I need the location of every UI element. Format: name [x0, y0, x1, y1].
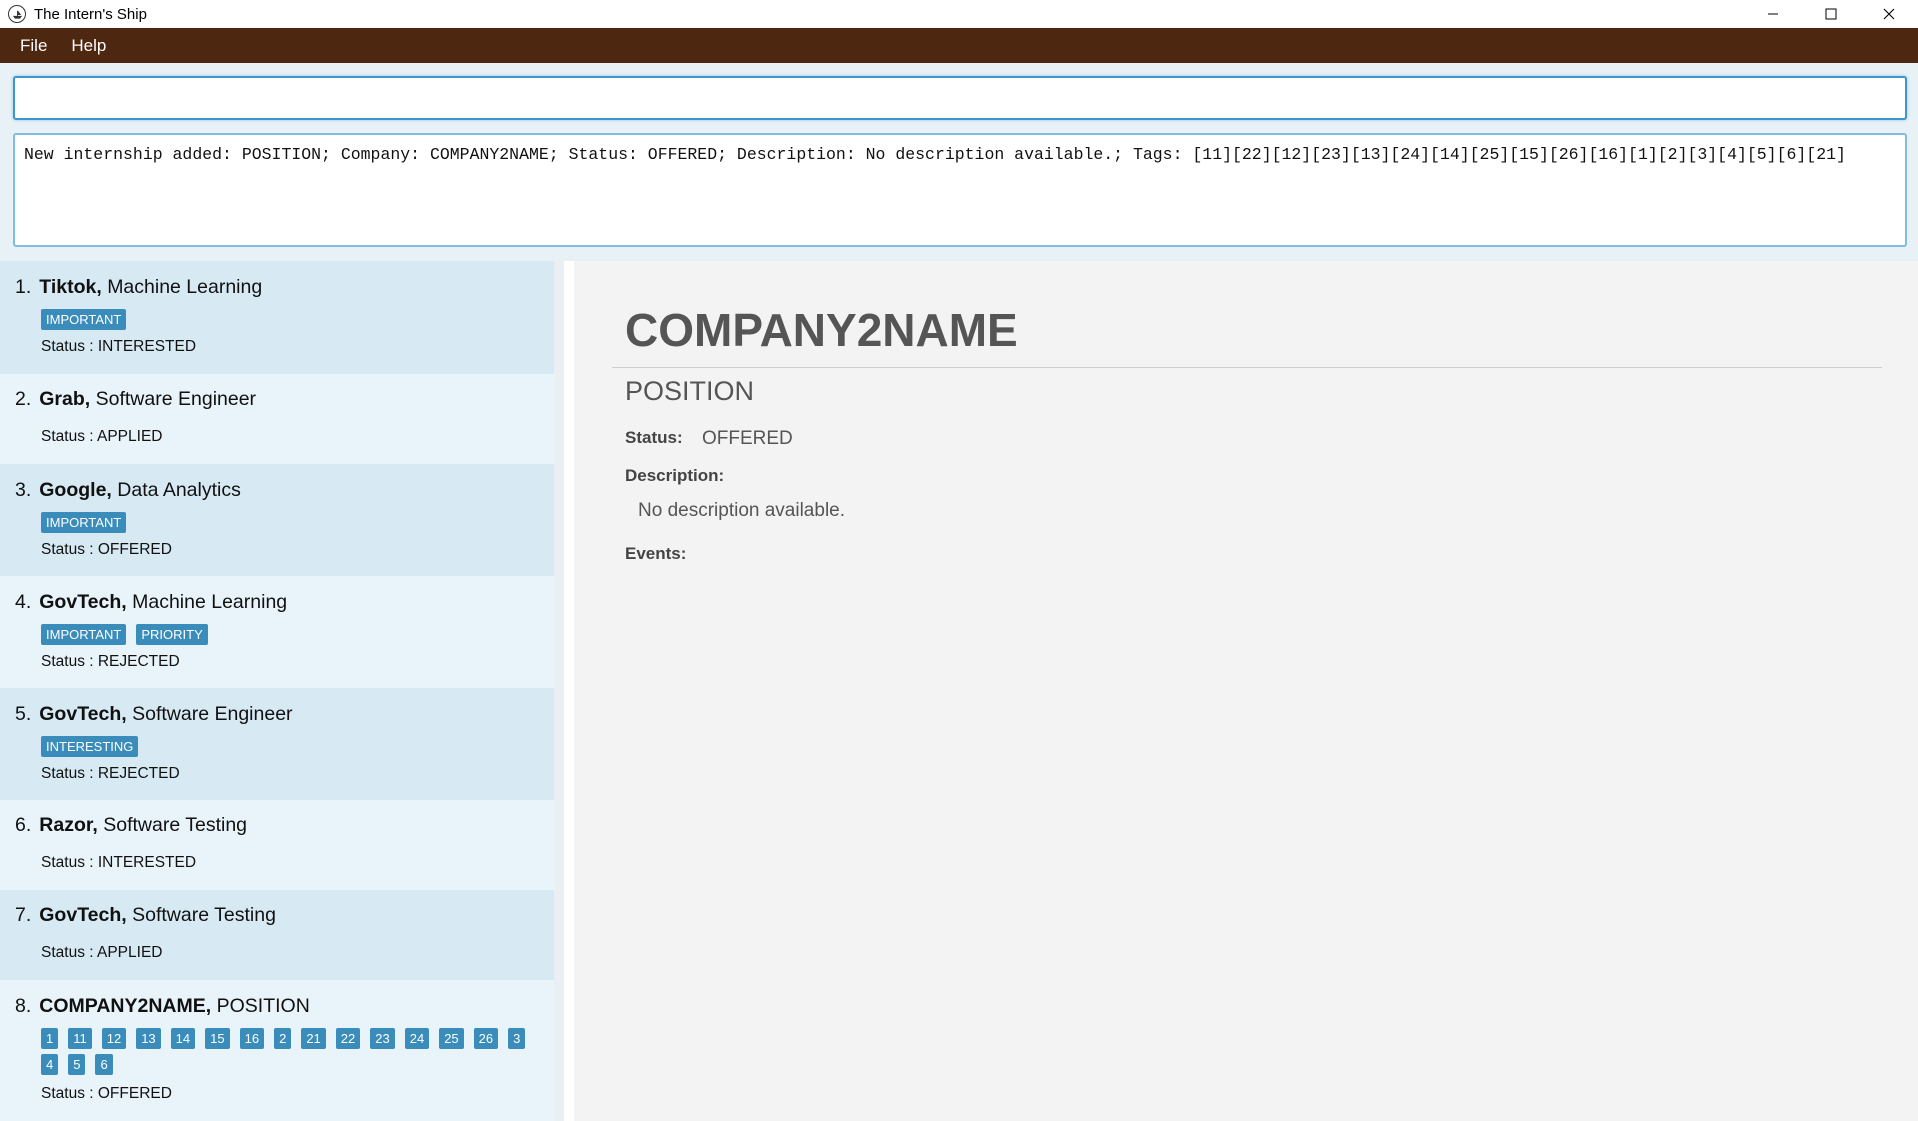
menu-help[interactable]: Help	[59, 28, 118, 63]
tag-badge: 16	[239, 1028, 265, 1049]
item-status: Status : OFFERED	[41, 1085, 172, 1102]
list-item[interactable]: 8. COMPANY2NAME, POSITION 1 11 12 13 14 1…	[0, 980, 554, 1121]
item-index: 2.	[15, 388, 32, 410]
item-index: 6.	[15, 814, 32, 836]
item-status: Status : APPLIED	[41, 944, 163, 961]
item-status: Status : INTERESTED	[41, 338, 197, 355]
tag-badge: 1	[41, 1028, 59, 1049]
list-item[interactable]: 7. GovTech, Software Testing Status : APP…	[0, 890, 554, 980]
item-role: POSITION	[216, 995, 310, 1017]
detail-panel: COMPANY2NAME POSITION Status: OFFERED De…	[574, 261, 1918, 1121]
tag-badge: INTERESTING	[41, 736, 139, 757]
command-area: New internship added: POSITION; Company:…	[0, 63, 1918, 261]
item-company: GovTech,	[39, 703, 127, 725]
tag-badge: 2	[274, 1028, 292, 1049]
item-company: Razor,	[39, 814, 98, 836]
item-index: 7.	[15, 904, 32, 926]
item-index: 3.	[15, 479, 32, 501]
item-status: Status : INTERESTED	[41, 854, 197, 871]
tag-badge: 21	[301, 1028, 326, 1049]
tag-badge: 11	[68, 1028, 92, 1049]
description-value: No description available.	[638, 500, 846, 521]
events-label: Events:	[625, 544, 687, 563]
tag-badge: 26	[473, 1028, 499, 1049]
item-role: Software Testing	[132, 904, 276, 926]
tag-badge: IMPORTANT	[41, 512, 127, 533]
list-item[interactable]: 3. Google, Data Analytics IMPORTANT Statu…	[0, 464, 554, 576]
item-index: 1.	[15, 276, 32, 298]
item-role: Machine Learning	[132, 591, 288, 613]
tag-badge: 12	[101, 1028, 127, 1049]
tag-badge: 6	[95, 1054, 113, 1075]
item-index: 8.	[15, 995, 32, 1017]
description-label: Description:	[625, 466, 725, 485]
tag-badge: 3	[508, 1028, 526, 1049]
maximize-icon	[1825, 8, 1837, 20]
tag-badge: 4	[41, 1054, 59, 1075]
detail-company-name: COMPANY2NAME	[625, 304, 1018, 356]
menu-file[interactable]: File	[8, 28, 59, 63]
status-label: Status:	[625, 428, 683, 447]
result-display[interactable]: New internship added: POSITION; Company:…	[13, 133, 1907, 247]
menu-bar: File Help	[0, 28, 1918, 63]
list-item[interactable]: 5. GovTech, Software Engineer INTERESTING…	[0, 688, 554, 800]
item-index: 4.	[15, 591, 32, 613]
tag-badge: 14	[170, 1028, 196, 1049]
window-title: The Intern's Ship	[34, 5, 147, 23]
item-role: Software Engineer	[95, 388, 257, 410]
internship-list[interactable]: 1. Tiktok, Machine Learning IMPORTANT Sta…	[0, 261, 564, 1121]
item-company: Grab,	[39, 388, 91, 410]
tag-badge: 15	[205, 1028, 230, 1049]
item-role: Software Testing	[103, 814, 248, 836]
item-role: Software Engineer	[132, 703, 293, 725]
tag-badge: 23	[370, 1028, 395, 1049]
list-item[interactable]: 2. Grab, Software Engineer Status : APPLI…	[0, 374, 554, 464]
tag-badge: 22	[335, 1028, 361, 1049]
item-company: GovTech,	[39, 904, 127, 926]
item-index: 5.	[15, 703, 32, 725]
item-company: Tiktok,	[39, 276, 102, 298]
tag-badge: IMPORTANT	[41, 309, 127, 330]
tag-badge: 5	[68, 1054, 86, 1075]
item-status: Status : REJECTED	[41, 653, 180, 670]
item-company: COMPANY2NAME,	[39, 995, 212, 1017]
list-item[interactable]: 1. Tiktok, Machine Learning IMPORTANT Sta…	[0, 261, 554, 374]
list-item[interactable]: 4. GovTech, Machine Learning IMPORTANT PR…	[0, 576, 554, 688]
minimize-button[interactable]	[1744, 0, 1802, 28]
item-status: Status : OFFERED	[41, 541, 172, 558]
tag-badge: 25	[439, 1028, 464, 1049]
tag-badge: PRIORITY	[136, 624, 208, 645]
item-role: Machine Learning	[107, 276, 263, 298]
close-icon	[1883, 8, 1895, 20]
divider	[612, 367, 1882, 368]
command-input[interactable]	[13, 76, 1907, 120]
item-role: Data Analytics	[117, 479, 241, 501]
item-company: Google,	[39, 479, 112, 501]
tag-badge: IMPORTANT	[41, 624, 127, 645]
item-company: GovTech,	[39, 591, 127, 613]
tag-badge: 24	[404, 1028, 430, 1049]
minimize-icon	[1768, 13, 1778, 15]
item-status: Status : REJECTED	[41, 765, 180, 782]
detail-position: POSITION	[625, 376, 755, 406]
close-button[interactable]	[1860, 0, 1918, 28]
app-logo-icon	[8, 5, 26, 23]
maximize-button[interactable]	[1802, 0, 1860, 28]
status-value: OFFERED	[702, 428, 793, 449]
list-item[interactable]: 6. Razor, Software Testing Status : INTER…	[0, 800, 554, 890]
tag-badge: 13	[136, 1028, 161, 1049]
item-status: Status : APPLIED	[41, 428, 163, 445]
title-bar: The Intern's Ship	[0, 0, 1918, 28]
